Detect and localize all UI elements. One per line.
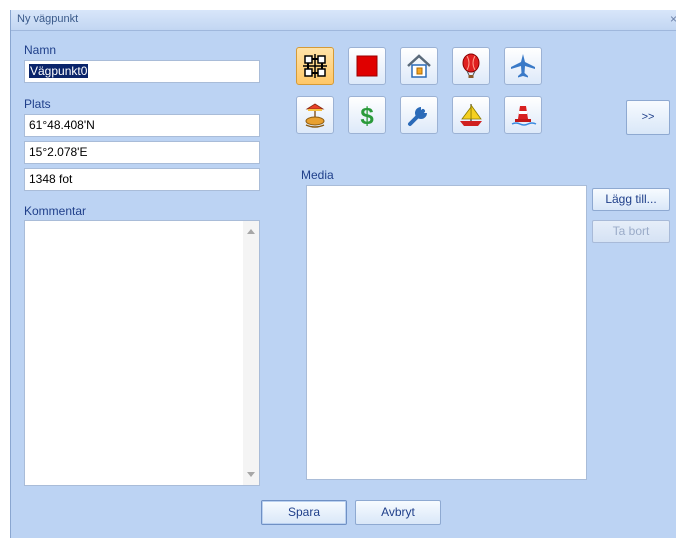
more-icons-button[interactable]: >> — [626, 100, 670, 135]
scroll-up-icon[interactable] — [247, 229, 255, 234]
icon-button-waypoint[interactable] — [296, 47, 334, 85]
svg-text:$: $ — [360, 103, 374, 129]
remove-media-button[interactable]: Ta bort — [592, 220, 670, 243]
icon-button-buoy[interactable] — [504, 96, 542, 134]
icon-button-hot-air-balloon[interactable] — [452, 47, 490, 85]
altitude-field[interactable]: 1348 fot — [24, 168, 260, 191]
media-label: Media — [301, 168, 334, 182]
icon-button-dollar[interactable]: $ — [348, 96, 386, 134]
wrench-icon — [408, 107, 427, 126]
sailboat-icon — [460, 103, 482, 126]
comment-label: Kommentar — [24, 204, 87, 218]
name-label: Namn — [24, 43, 57, 57]
cancel-button[interactable]: Avbryt — [355, 500, 441, 525]
add-media-button[interactable]: Lägg till... — [592, 188, 670, 211]
title-bar: Ny vägpunkt × — [11, 10, 676, 31]
airplane-icon — [511, 54, 535, 78]
house-icon — [407, 54, 431, 78]
window-title: Ny vägpunkt — [17, 13, 79, 25]
hot-air-balloon-icon — [462, 53, 480, 78]
name-value: Vägpunkt0 — [29, 64, 89, 78]
location-label: Plats — [24, 97, 51, 111]
icon-button-airplane[interactable] — [504, 47, 542, 85]
icon-button-sailboat[interactable] — [452, 96, 490, 134]
close-icon[interactable]: × — [670, 12, 676, 26]
scroll-down-icon[interactable] — [247, 472, 255, 477]
waypoint-icon — [303, 54, 327, 78]
save-button[interactable]: Spara — [261, 500, 347, 525]
icon-button-house[interactable] — [400, 47, 438, 85]
comment-textarea[interactable] — [24, 220, 260, 486]
red-square-icon — [356, 55, 378, 77]
icon-button-amusement-park[interactable] — [296, 96, 334, 134]
name-field[interactable]: Vägpunkt0 — [24, 60, 260, 83]
latitude-field[interactable]: 61°48.408'N — [24, 114, 260, 137]
new-waypoint-dialog: Ny vägpunkt × Namn Vägpunkt0 Plats 61°48… — [10, 10, 676, 538]
icon-button-red-square[interactable] — [348, 47, 386, 85]
comment-scrollbar[interactable] — [243, 221, 259, 485]
icon-button-wrench[interactable] — [400, 96, 438, 134]
longitude-field[interactable]: 15°2.078'E — [24, 141, 260, 164]
amusement-park-icon — [305, 103, 325, 128]
dollar-icon: $ — [360, 103, 374, 129]
media-list[interactable] — [306, 185, 587, 480]
buoy-icon — [511, 106, 537, 126]
